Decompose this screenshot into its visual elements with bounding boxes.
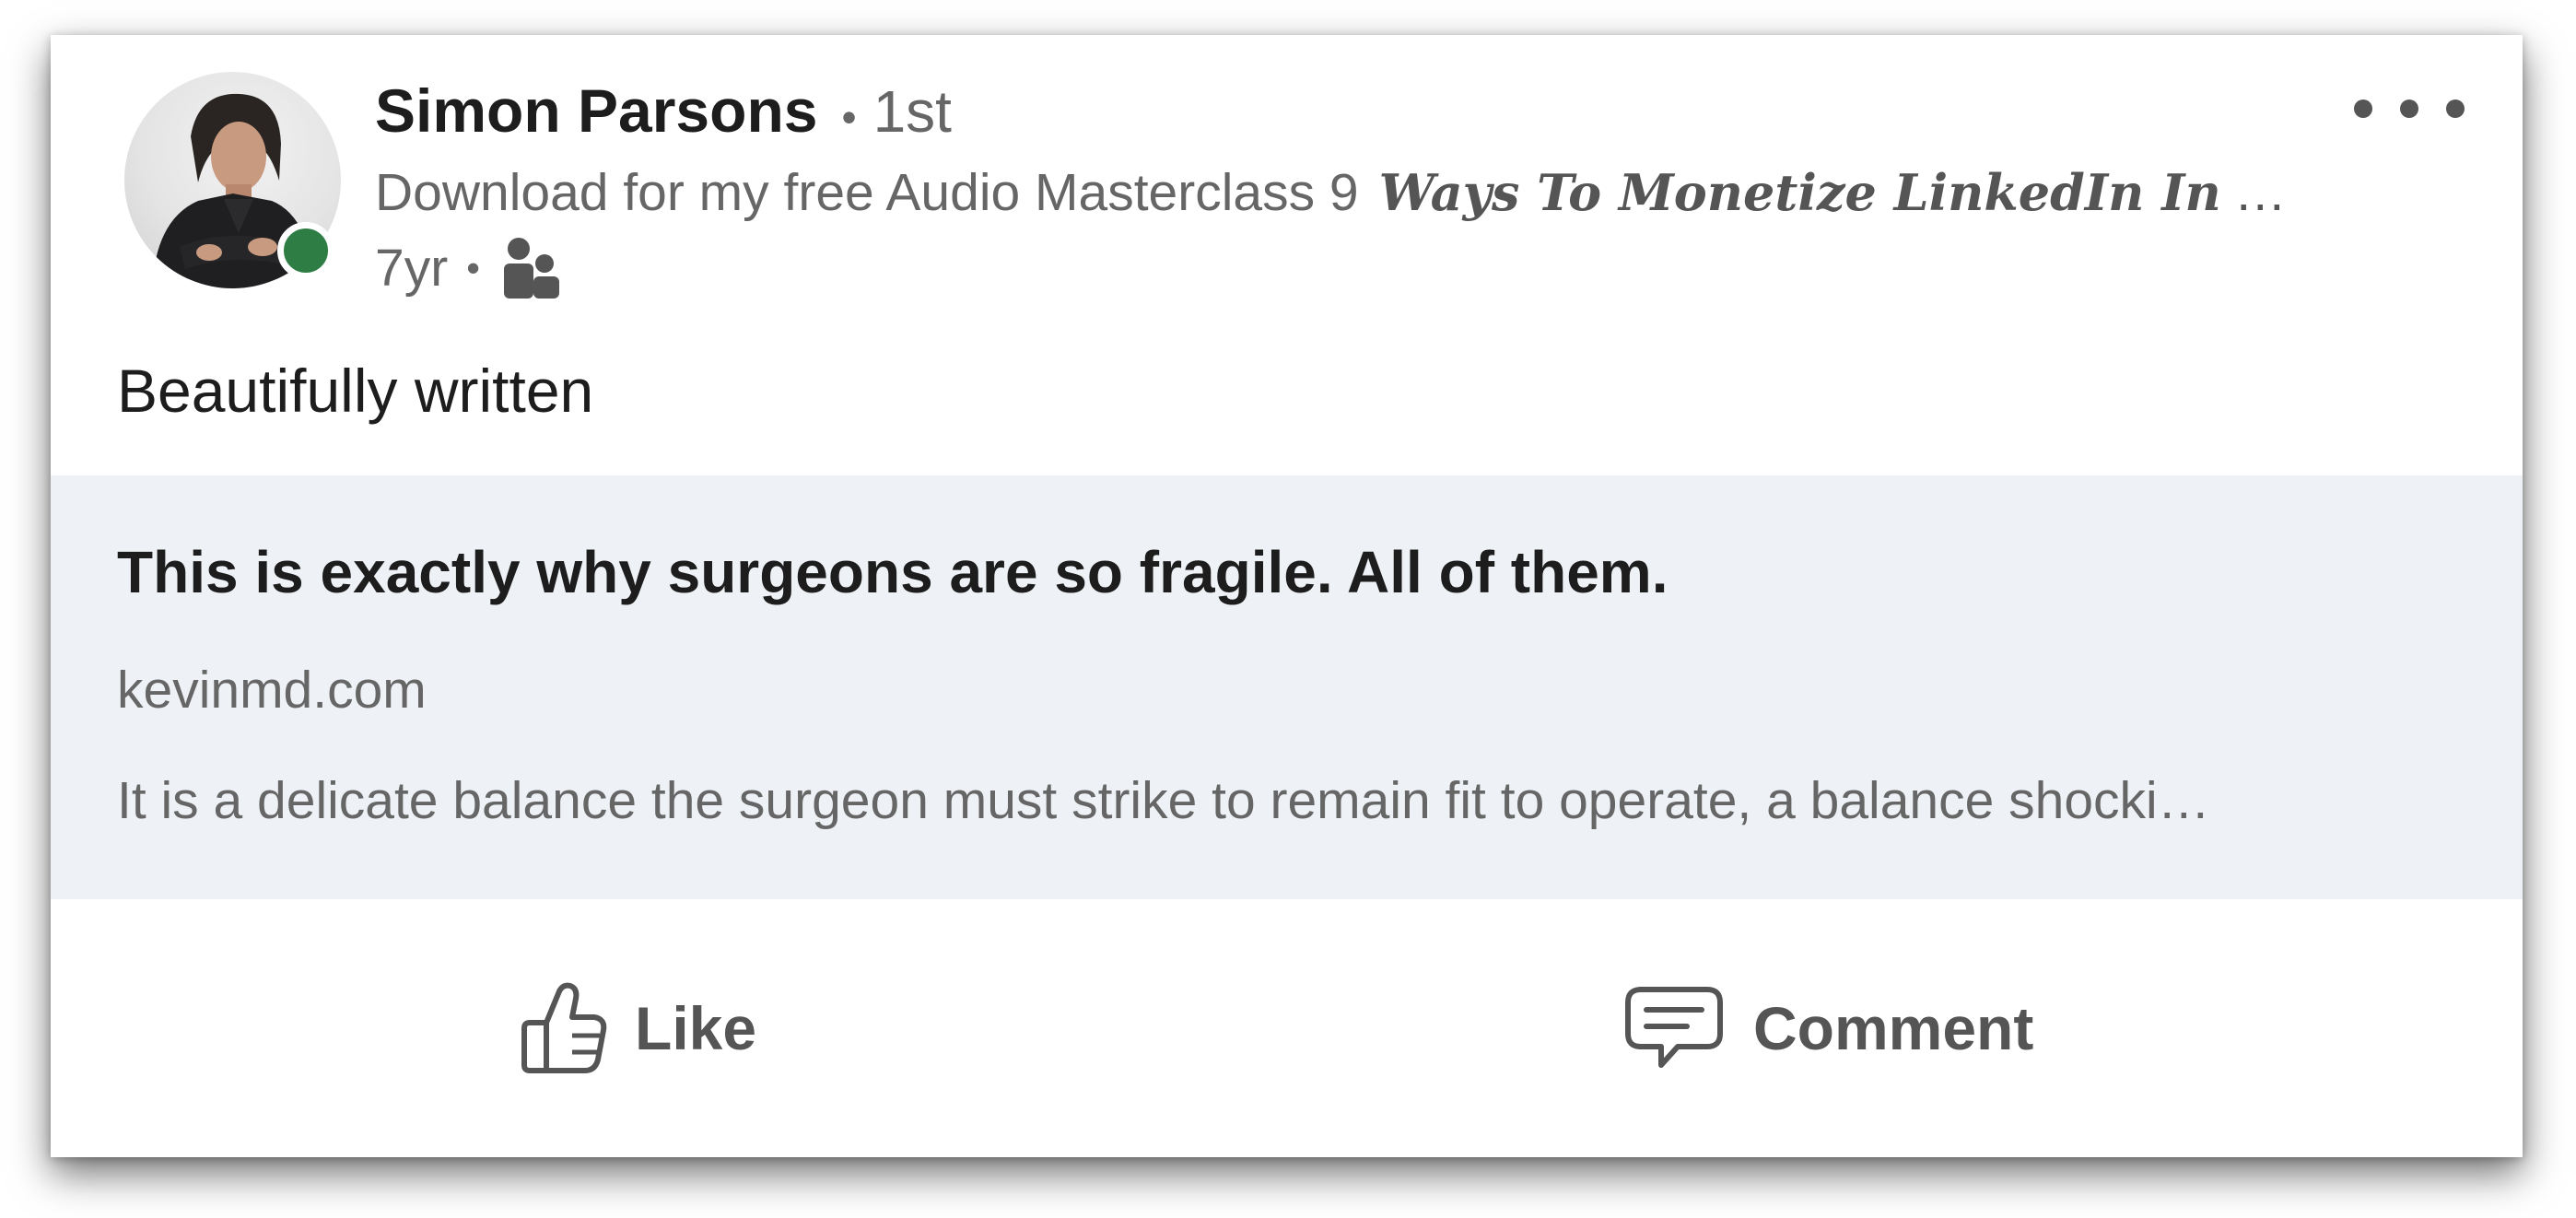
headline-emphasis: Ways To Monetize LinkedIn In: [1378, 163, 2221, 222]
more-options-icon[interactable]: [2354, 90, 2465, 127]
connection-degree: 1st: [872, 78, 952, 145]
page: Simon Parsons • 1st Download for my free…: [0, 0, 2576, 1218]
comment-label: Comment: [1753, 994, 2034, 1062]
author-headline: Download for my free Audio Masterclass 9…: [375, 162, 2310, 223]
link-preview-domain: kevinmd.com: [117, 661, 427, 720]
post-actions: Like Comment: [51, 899, 2523, 1157]
post-card: Simon Parsons • 1st Download for my free…: [51, 35, 2523, 1157]
author-line: Simon Parsons • 1st: [375, 76, 952, 149]
link-preview-description: It is a delicate balance the surgeon mus…: [117, 771, 2210, 830]
author-avatar-wrap[interactable]: [124, 72, 341, 288]
post-time: 7yr: [375, 239, 449, 298]
connections-icon: [500, 236, 561, 300]
comment-button[interactable]: Comment: [1622, 973, 2033, 1083]
like-button[interactable]: Like: [519, 973, 756, 1083]
online-status-indicator: [277, 222, 334, 279]
like-icon: [519, 980, 607, 1076]
meta-separator: •: [466, 246, 480, 289]
post-commentary: Beautifully written: [117, 357, 594, 425]
comment-icon: [1622, 984, 1726, 1072]
degree-separator: •: [841, 93, 857, 141]
more-dot: [2446, 100, 2465, 118]
link-preview-title[interactable]: This is exactly why surgeons are so frag…: [117, 538, 1668, 606]
like-label: Like: [635, 994, 757, 1062]
headline-ellipsis: …: [2233, 163, 2287, 222]
post-meta: 7yr •: [375, 236, 561, 300]
more-dot: [2400, 100, 2418, 118]
author-name[interactable]: Simon Parsons: [375, 76, 817, 146]
headline-text: Download for my free Audio Masterclass 9: [375, 163, 1359, 222]
more-dot: [2354, 100, 2372, 118]
link-preview[interactable]: This is exactly why surgeons are so frag…: [51, 475, 2523, 899]
